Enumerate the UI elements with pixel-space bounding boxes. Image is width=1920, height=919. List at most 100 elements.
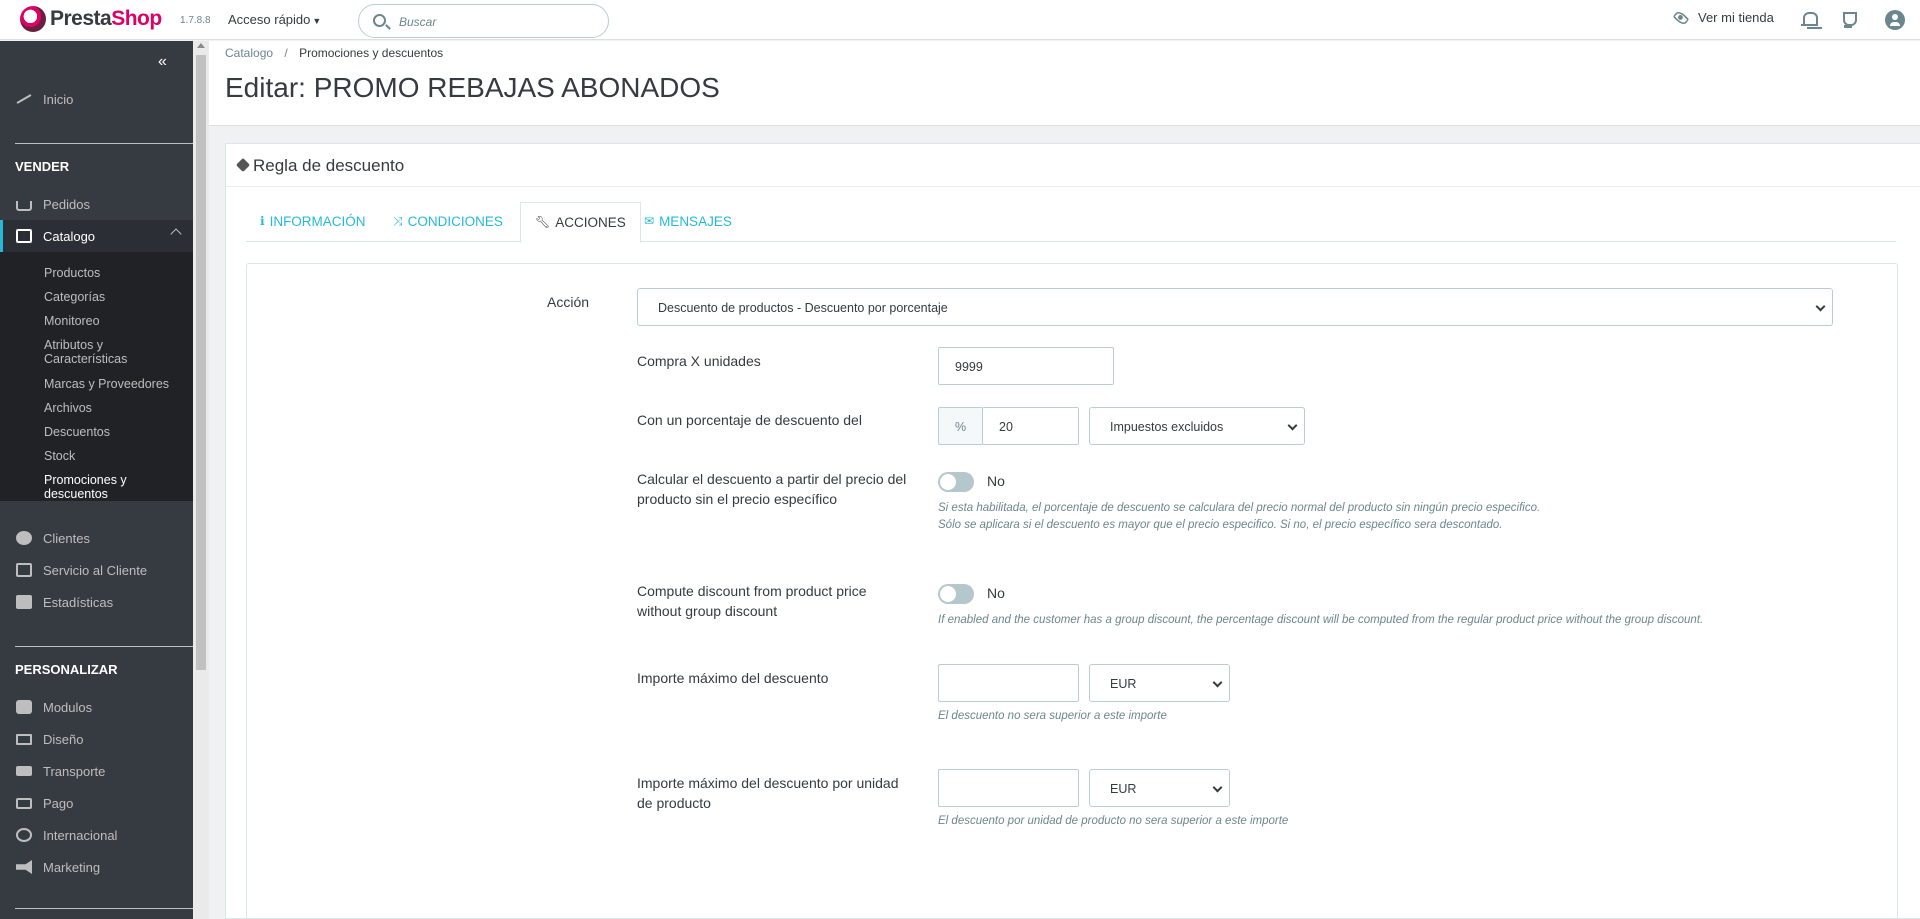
tab-bar: ℹ INFORMACIÓN ⤨ CONDICIONES 🔧︎ ACCIONES … [246,202,1896,243]
section-title-sell: VENDER [15,159,70,174]
calc-toggle-label: No [987,473,1005,489]
max-unit-currency-select[interactable]: EUR [1089,769,1230,807]
chevron-up-icon [170,228,182,240]
sidebar-item-customer-service[interactable]: Servicio al Cliente [0,554,193,586]
section-title-customize: PERSONALIZAR [15,662,118,677]
group-toggle[interactable] [938,584,974,604]
credit-card-icon [16,797,32,809]
tab-conditions[interactable]: ⤨ CONDICIONES [379,202,517,243]
sidebar-item-home[interactable]: Inicio [0,83,193,115]
envelope-icon: ✉ [644,214,655,228]
version-label: 1.7.8.8 [180,15,211,26]
wrench-icon: 🔧︎ [535,215,551,229]
page-title: Editar: PROMO REBAJAS ABONADOS [225,72,720,103]
breadcrumb-parent[interactable]: Catalogo [225,46,273,60]
sidebar-item-payment[interactable]: Pago [0,787,193,819]
tab-messages[interactable]: ✉ MENSAJES [630,202,746,243]
panel-heading: Regla de descuento [226,144,1920,187]
bell-icon[interactable] [1799,10,1819,30]
submenu-item-promotions[interactable]: Promociones y descuentos [44,473,184,501]
submenu-item-discounts[interactable]: Descuentos [44,425,184,439]
megaphone-icon [16,860,32,874]
breadcrumb: Catalogo / Promociones y descuentos [225,46,444,60]
truck-icon [16,766,32,776]
buy-units-input[interactable]: 9999 [938,347,1114,385]
submenu-item-stock[interactable]: Stock [44,449,184,463]
calc-label: Calcular el descuento a partir del preci… [637,471,907,507]
eye-icon [1672,9,1690,26]
globe-icon [16,828,32,842]
basket-icon [16,201,32,211]
submenu-item-brands[interactable]: Marcas y Proveedores [44,377,184,391]
action-label: Acción [547,294,590,310]
store-icon [16,229,32,243]
max-unit-input[interactable] [938,769,1079,807]
tab-information[interactable]: ℹ INFORMACIÓN [246,202,380,243]
stats-icon [16,595,32,609]
top-header: PrestaShop 1.7.8.8 Acceso rápido▼ Ver mi… [0,0,1920,40]
sidebar-item-orders[interactable]: Pedidos [0,188,193,220]
chat-icon [16,563,32,577]
sidebar: « Inicio VENDER Pedidos Catalogo Product… [0,41,193,919]
sidebar-item-international[interactable]: Internacional [0,819,193,851]
sidebar-item-stats[interactable]: Estadísticas [0,586,193,618]
quick-access-menu[interactable]: Acceso rápido ▼ [228,12,321,27]
puzzle-icon [16,700,32,714]
collapse-sidebar-icon[interactable]: « [158,53,167,71]
caret-down-icon: ▼ [312,16,322,26]
tab-actions[interactable]: 🔧︎ ACCIONES [520,202,641,243]
logo-icon [20,6,46,32]
sidebar-scroll-thumb[interactable] [196,55,206,670]
chevron-down-icon [1287,420,1298,431]
scroll-up-arrow-icon[interactable] [197,43,205,48]
search-box[interactable] [358,4,609,38]
view-store-link[interactable]: Ver mi tienda [1672,9,1774,26]
calc-help: Si esta habilitada, el porcentaje de des… [938,502,1541,531]
max-amount-input[interactable] [938,664,1079,702]
prestashop-logo[interactable]: PrestaShop [20,6,162,32]
submenu-item-attributes[interactable]: Atributos y Características [44,338,184,366]
submenu-item-files[interactable]: Archivos [44,401,184,415]
user-icon [16,531,32,545]
trophy-icon[interactable] [1838,10,1858,30]
sidebar-item-customers[interactable]: Clientes [0,522,193,554]
max-unit-label: Importe máximo del descuento por unidad … [637,775,899,811]
trend-icon [16,92,32,106]
sidebar-item-catalog[interactable]: Catalogo [0,220,193,252]
search-icon [373,14,386,27]
catalog-submenu: Productos Categorías Monitoreo Atributos… [0,252,193,501]
tag-icon [235,157,251,173]
shuffle-icon: ⤨ [393,214,403,228]
search-input[interactable] [399,12,599,32]
breadcrumb-current: Promociones y descuentos [299,46,444,60]
group-help: If enabled and the customer has a group … [938,614,1704,626]
buy-units-label: Compra X unidades [637,353,761,369]
submenu-item-products[interactable]: Productos [44,266,184,280]
max-unit-help: El descuento por unidad de producto no s… [938,815,1289,827]
divider [15,143,193,144]
submenu-item-categories[interactable]: Categorías [44,290,184,304]
sidebar-item-marketing[interactable]: Marketing [0,851,193,883]
divider [15,908,193,909]
sidebar-item-modules[interactable]: Modulos [0,691,193,723]
cart-rule-panel: Regla de descuento ℹ INFORMACIÓN ⤨ CONDI… [225,143,1920,919]
max-amount-label: Importe máximo del descuento [637,670,829,686]
page-header: Catalogo / Promociones y descuentos Edit… [209,41,1920,126]
percent-addon: % [938,407,982,445]
tax-select[interactable]: Impuestos excluidos [1089,407,1305,445]
submenu-item-monitoring[interactable]: Monitoreo [44,314,184,328]
chevron-down-icon [1212,782,1223,793]
percent-input[interactable]: 20 [982,407,1079,445]
monitor-icon [16,733,32,745]
group-label: Compute discount from product price with… [637,583,867,619]
sidebar-item-design[interactable]: Diseño [0,723,193,755]
max-amount-currency-select[interactable]: EUR [1089,664,1230,702]
calc-toggle[interactable] [938,472,974,492]
panel-title: Regla de descuento [253,156,405,175]
account-icon[interactable] [1885,10,1905,30]
chevron-down-icon [1212,677,1223,688]
divider [15,646,193,647]
action-select[interactable]: Descuento de productos - Descuento por p… [637,288,1833,326]
max-amount-help: El descuento no sera superior a este imp… [938,710,1167,722]
sidebar-item-shipping[interactable]: Transporte [0,755,193,787]
